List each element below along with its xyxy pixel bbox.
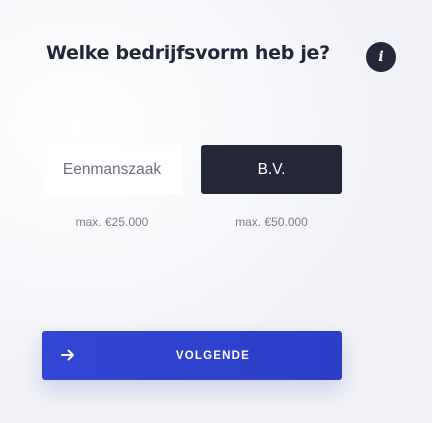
next-button-label: VOLGENDE (175, 349, 251, 362)
next-button[interactable]: VOLGENDE (42, 331, 342, 380)
option-eenmanszaak[interactable]: Eenmanszaak (42, 145, 182, 194)
info-icon[interactable]: i (366, 42, 396, 72)
option-bv-limit: max. €50.000 (235, 215, 308, 229)
option-eenmanszaak-label: Eenmanszaak (62, 160, 162, 178)
arrow-right-icon (59, 344, 77, 366)
bedrijfsvorm-card: Welke bedrijfsvorm heb je? i Eenmanszaak… (0, 0, 432, 423)
page-title: Welke bedrijfsvorm heb je? (46, 42, 330, 64)
option-eenmanszaak-limit: max. €25.000 (75, 215, 149, 229)
info-icon-glyph: i (378, 49, 384, 65)
option-bv-label: B.V. (257, 160, 286, 178)
option-bv[interactable]: B.V. (201, 145, 342, 194)
